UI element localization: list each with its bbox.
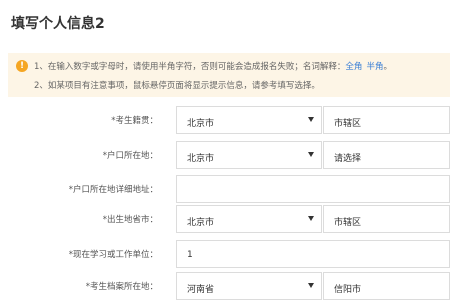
work-unit-value: 1 bbox=[187, 250, 193, 260]
row-birthplace: *出生地省市： 北京市 市辖区 bbox=[0, 205, 450, 233]
hukou-address-input[interactable] bbox=[176, 175, 450, 203]
row-native-place: *考生籍贯： 北京市 市辖区 bbox=[0, 106, 450, 134]
chevron-down-icon bbox=[308, 117, 314, 122]
term-half-width-link[interactable]: 半角 bbox=[366, 62, 383, 72]
row-hukou: *户口所在地： 北京市 请选择 bbox=[0, 141, 450, 169]
chevron-down-icon bbox=[308, 152, 314, 157]
row-work-unit: *现在学习或工作单位： 1 bbox=[0, 240, 450, 268]
native-place-province-value: 北京市 bbox=[187, 119, 215, 129]
notice-box: ! 1、在输入数字或字母时，请使用半角字符，否则可能会造成报名失败；名词解释：全… bbox=[8, 53, 450, 97]
notice-line-2: 2、如某项目有注意事项，鼠标悬停页面将显示提示信息，请参考填写选择。 bbox=[34, 81, 320, 91]
archive-province-select[interactable]: 河南省 bbox=[176, 272, 322, 300]
hukou-label: *户口所在地： bbox=[102, 151, 158, 161]
term-full-width-link[interactable]: 全角 bbox=[345, 62, 362, 72]
hukou-city-value: 请选择 bbox=[334, 154, 362, 164]
archive-city-select[interactable]: 信阳市 bbox=[323, 272, 450, 300]
warning-icon: ! bbox=[16, 60, 28, 72]
native-place-city-select[interactable]: 市辖区 bbox=[323, 106, 450, 134]
hukou-province-value: 北京市 bbox=[187, 154, 215, 164]
notice-line-1-suffix: 。 bbox=[383, 62, 392, 72]
birthplace-city-select[interactable]: 市辖区 bbox=[323, 205, 450, 233]
archive-city-value: 信阳市 bbox=[334, 285, 362, 295]
hukou-city-select[interactable]: 请选择 bbox=[323, 141, 450, 169]
native-place-province-select[interactable]: 北京市 bbox=[176, 106, 322, 134]
work-unit-input[interactable]: 1 bbox=[176, 240, 450, 268]
archive-label: *考生档案所在地： bbox=[85, 282, 158, 292]
row-hukou-address: *户口所在地详细地址： bbox=[0, 175, 450, 203]
birthplace-label: *出生地省市： bbox=[102, 215, 158, 225]
archive-province-value: 河南省 bbox=[187, 285, 215, 295]
birthplace-city-value: 市辖区 bbox=[334, 218, 362, 228]
row-archive: *考生档案所在地： 河南省 信阳市 bbox=[0, 272, 450, 300]
work-unit-label: *现在学习或工作单位： bbox=[68, 250, 158, 260]
birthplace-province-select[interactable]: 北京市 bbox=[176, 205, 322, 233]
birthplace-province-value: 北京市 bbox=[187, 218, 215, 228]
native-place-city-value: 市辖区 bbox=[334, 119, 362, 129]
notice-line-1: 1、在输入数字或字母时，请使用半角字符，否则可能会造成报名失败；名词解释：全角半… bbox=[34, 60, 392, 72]
chevron-down-icon bbox=[308, 283, 314, 288]
chevron-down-icon bbox=[308, 216, 314, 221]
native-place-label: *考生籍贯： bbox=[111, 116, 158, 126]
notice-line-1-text: 1、在输入数字或字母时，请使用半角字符，否则可能会造成报名失败；名词解释： bbox=[34, 62, 346, 72]
hukou-address-label: *户口所在地详细地址： bbox=[68, 185, 158, 195]
page-title: 填写个人信息2 bbox=[11, 16, 105, 32]
hukou-province-select[interactable]: 北京市 bbox=[176, 141, 322, 169]
